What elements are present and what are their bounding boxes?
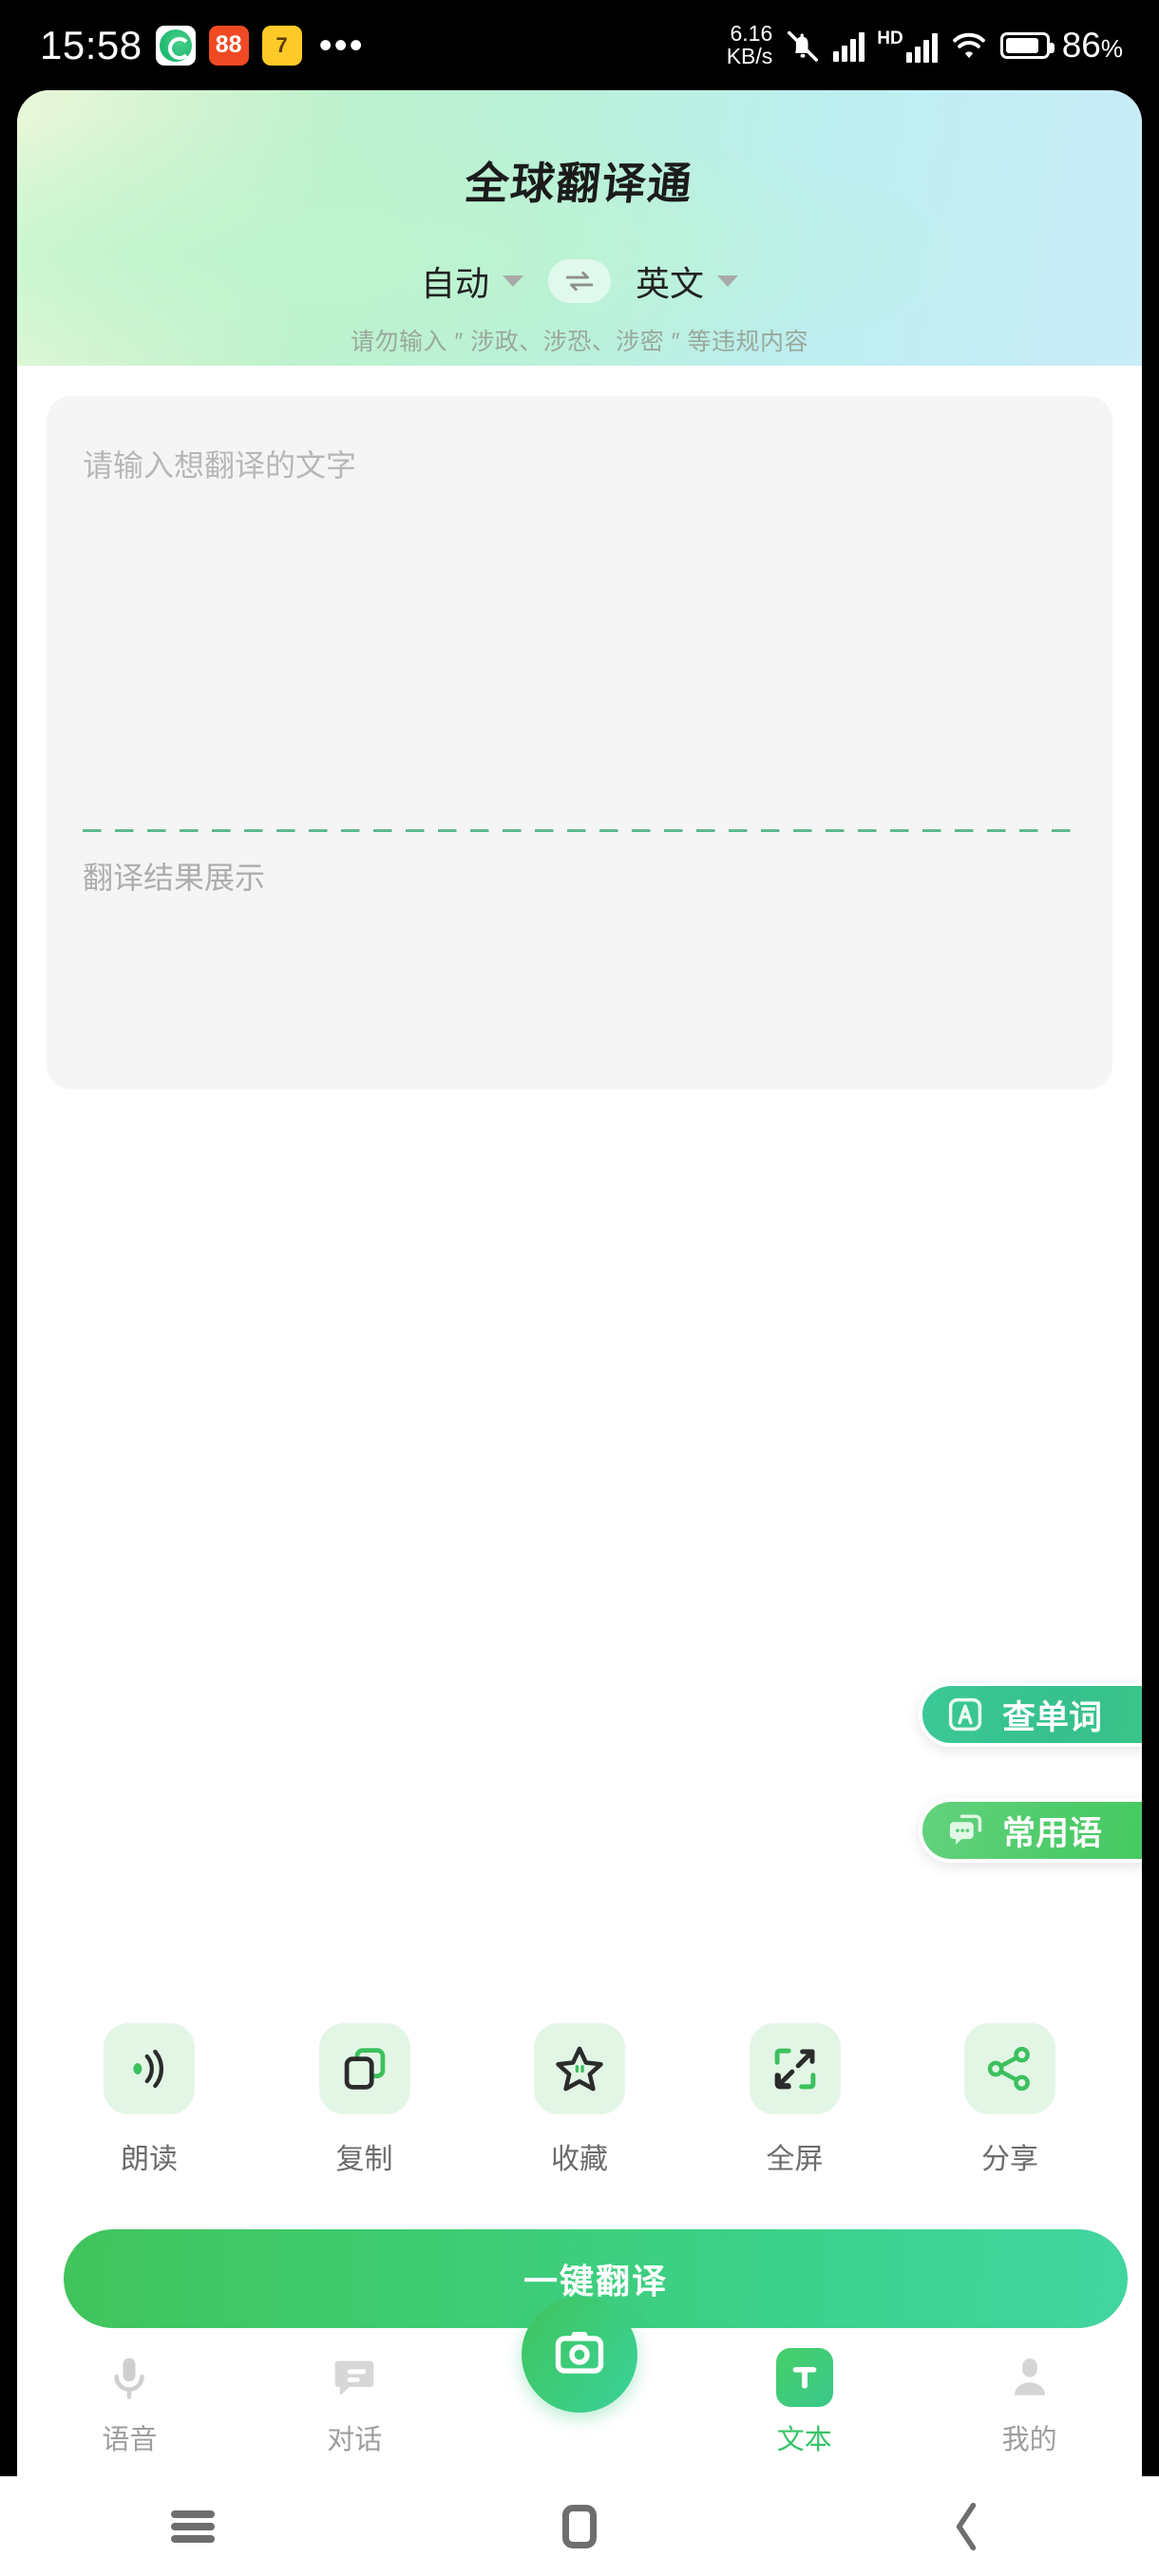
- status-bar-left: 15:58 88 7 •••: [0, 23, 365, 68]
- battery-icon: [999, 31, 1054, 59]
- share-nodes-icon: [964, 2023, 1055, 2114]
- chevron-down-icon: [503, 275, 523, 287]
- read-aloud-button[interactable]: 朗读: [73, 2023, 225, 2177]
- lookup-word-label: 查单词: [1002, 1698, 1103, 1736]
- nav-label-voice: 语音: [102, 2425, 158, 2455]
- hd-label: HD: [877, 28, 903, 48]
- target-language-picker[interactable]: 英文: [636, 256, 739, 306]
- target-language-label: 英文: [636, 264, 705, 303]
- copy-icon: [318, 2023, 410, 2114]
- swap-horizontal-icon: [565, 271, 594, 292]
- camera-translate-fab[interactable]: [522, 2297, 637, 2413]
- share-button[interactable]: 分享: [934, 2023, 1086, 2177]
- lookup-word-button[interactable]: 查单词: [919, 1682, 1142, 1747]
- system-navigation-bar: [0, 2476, 1159, 2576]
- app-window: 全球翻译通 自动 英文 请勿输入 ″ 涉政、涉恐、涉密 ″ 等违规内容 请输入想…: [17, 90, 1142, 2476]
- chevron-down-icon: [717, 275, 739, 287]
- nav-label-profile: 我的: [1001, 2425, 1057, 2455]
- chat-lines-icon: [326, 2349, 383, 2406]
- content-policy-notice: 请勿输入 ″ 涉政、涉恐、涉密 ″ 等违规内容: [351, 329, 808, 355]
- share-label: 分享: [981, 2144, 1038, 2175]
- favorite-label: 收藏: [551, 2144, 608, 2175]
- signal-strength-icon-1: [833, 29, 865, 62]
- result-text-area: 翻译结果展示: [83, 861, 266, 895]
- battery-percent-label: 86%: [1061, 25, 1123, 65]
- nav-item-voice[interactable]: 语音: [17, 2334, 242, 2457]
- status-bar-more-icon: •••: [318, 24, 365, 66]
- star-icon: [534, 2023, 625, 2114]
- signal-strength-icon-2: [905, 30, 938, 63]
- wifi-icon: [950, 29, 988, 62]
- mute-bell-icon: [785, 28, 821, 64]
- common-phrases-label: 常用语: [1002, 1814, 1103, 1852]
- network-speed-unit: KB/s: [726, 43, 773, 68]
- nav-item-dialogue[interactable]: 对话: [242, 2334, 467, 2457]
- home-icon[interactable]: [387, 2504, 773, 2548]
- chat-bubble-dots-icon: [945, 1810, 985, 1850]
- fullscreen-expand-icon: [749, 2023, 841, 2114]
- action-row: 朗读 复制 收藏 全屏 分享: [47, 2023, 1112, 2177]
- microphone-icon: [101, 2349, 158, 2406]
- letter-a-box-icon: [945, 1695, 985, 1734]
- status-bar-clock: 15:58: [40, 22, 142, 67]
- copy-label: 复制: [335, 2144, 393, 2175]
- nav-item-text[interactable]: 文本: [692, 2334, 917, 2457]
- status-bar: 15:58 88 7 ••• 6.16 KB/s HD 86%: [0, 0, 1159, 90]
- camera-icon: [555, 2331, 604, 2374]
- status-bar-right: 6.16 KB/s HD 86%: [726, 21, 1159, 68]
- recents-icon[interactable]: [0, 2506, 387, 2548]
- orange-app-icon: 88: [208, 25, 249, 66]
- copy-button[interactable]: 复制: [289, 2023, 441, 2177]
- phone-screen: 15:58 88 7 ••• 6.16 KB/s HD 86% 全球翻译通 自动…: [0, 0, 1159, 2576]
- nav-item-profile[interactable]: 我的: [917, 2334, 1142, 2457]
- common-phrases-button[interactable]: 常用语: [919, 1798, 1142, 1863]
- nav-label-text: 文本: [776, 2425, 832, 2455]
- source-language-picker[interactable]: 自动: [421, 256, 523, 306]
- language-selector-row: 自动 英文: [17, 256, 1142, 306]
- card-divider: [83, 829, 1078, 832]
- translation-card: 请输入想翻译的文字 翻译结果展示: [47, 396, 1112, 1089]
- fullscreen-button[interactable]: 全屏: [719, 2023, 871, 2177]
- camera-green-app-icon: [155, 25, 196, 66]
- network-speed-indicator: 6.16 KB/s: [726, 21, 773, 68]
- hd-signal-group: HD: [877, 28, 938, 63]
- favorite-button[interactable]: 收藏: [504, 2023, 656, 2177]
- app-header: 全球翻译通 自动 英文 请勿输入 ″ 涉政、涉恐、涉密 ″ 等违规内容: [17, 90, 1142, 366]
- nav-label-dialogue: 对话: [327, 2425, 383, 2455]
- speaker-waves-icon: [104, 2023, 195, 2114]
- network-speed-value: 6.16: [730, 21, 773, 47]
- swap-languages-button[interactable]: [548, 259, 611, 303]
- page-title: 全球翻译通: [462, 158, 696, 209]
- text-t-icon: [775, 2348, 833, 2407]
- source-text-input[interactable]: 请输入想翻译的文字: [83, 442, 356, 485]
- back-chevron-icon[interactable]: [772, 2502, 1159, 2551]
- yellow-app-icon: 7: [261, 25, 302, 66]
- source-language-label: 自动: [420, 264, 489, 303]
- user-profile-icon: [1001, 2349, 1058, 2406]
- fullscreen-label: 全屏: [766, 2144, 824, 2175]
- read-aloud-label: 朗读: [121, 2144, 178, 2175]
